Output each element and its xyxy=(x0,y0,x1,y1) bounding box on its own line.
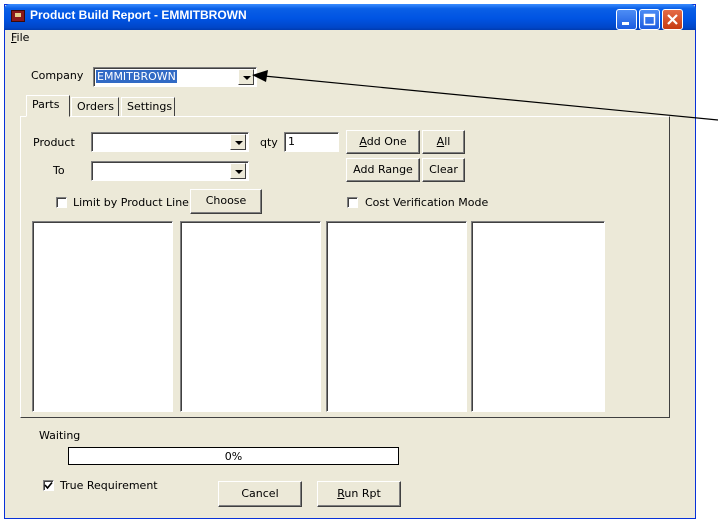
to-combobox[interactable] xyxy=(91,161,249,181)
maximize-button[interactable] xyxy=(639,9,660,30)
product-combobox[interactable] xyxy=(91,132,249,152)
company-value: EMMITBROWN xyxy=(96,70,177,83)
menu-file[interactable]: File xyxy=(11,31,29,44)
list-box-2[interactable] xyxy=(180,221,321,412)
cost-verification-mode-checkbox[interactable] xyxy=(347,197,358,208)
maximize-icon xyxy=(643,13,656,26)
limit-by-product-line-checkbox[interactable] xyxy=(56,197,67,208)
progress-bar: 0% xyxy=(68,447,399,465)
all-button[interactable]: All xyxy=(422,130,465,154)
minimize-button[interactable] xyxy=(616,9,637,30)
run-report-button[interactable]: Run Rpt xyxy=(317,481,401,507)
close-button[interactable] xyxy=(662,9,683,30)
progress-label: 0% xyxy=(224,450,243,463)
true-requirement-checkbox[interactable] xyxy=(43,480,54,491)
choose-button[interactable]: Choose xyxy=(190,189,262,214)
company-combobox[interactable]: EMMITBROWN xyxy=(93,67,257,87)
product-label: Product xyxy=(33,136,75,149)
true-requirement-label: True Requirement xyxy=(60,479,158,492)
app-icon[interactable] xyxy=(11,10,25,22)
qty-label: qty xyxy=(260,136,278,149)
to-label: To xyxy=(53,164,65,177)
company-label: Company xyxy=(31,69,84,82)
cancel-button[interactable]: Cancel xyxy=(218,481,302,507)
list-box-1[interactable] xyxy=(32,221,173,412)
clear-button[interactable]: Clear xyxy=(422,158,465,182)
add-range-button[interactable]: Add Range xyxy=(346,158,420,182)
list-box-3[interactable] xyxy=(326,221,467,412)
add-one-button[interactable]: Add One xyxy=(346,130,420,154)
tab-parts[interactable]: Parts xyxy=(26,95,70,117)
tab-settings[interactable]: Settings xyxy=(121,97,175,117)
status-text: Waiting xyxy=(39,429,81,442)
close-icon xyxy=(667,14,678,25)
list-box-4[interactable] xyxy=(471,221,605,412)
window-title: Product Build Report - EMMITBROWN xyxy=(30,8,247,22)
qty-input[interactable]: 1 xyxy=(284,132,339,152)
chevron-down-icon[interactable] xyxy=(230,163,246,179)
menu-bar xyxy=(5,30,695,45)
tab-orders[interactable]: Orders xyxy=(71,97,119,117)
cost-verification-mode-label: Cost Verification Mode xyxy=(365,196,489,209)
checkmark-icon xyxy=(44,481,53,490)
minimize-icon xyxy=(622,22,629,25)
chevron-down-icon[interactable] xyxy=(230,134,246,150)
limit-by-product-line-label: Limit by Product Line xyxy=(73,196,189,209)
